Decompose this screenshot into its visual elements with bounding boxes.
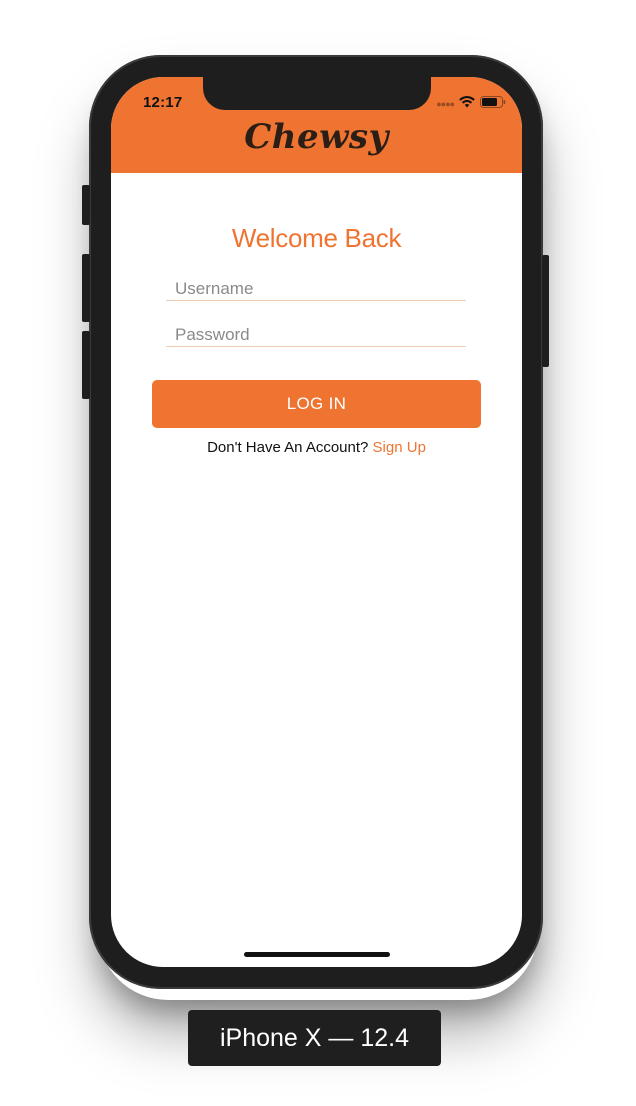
login-button[interactable]: LOG IN <box>152 380 481 428</box>
home-indicator[interactable] <box>244 952 390 957</box>
battery-icon <box>480 95 506 113</box>
signal-dots-icon: ●●●● <box>436 99 455 109</box>
notch <box>203 77 431 110</box>
mute-switch <box>82 185 90 225</box>
status-icons: ●●●● <box>436 95 506 113</box>
simulator-stage: 12:17 ●●●● Chewsy Welcome Back Username … <box>0 0 636 1106</box>
app-logo: Chewsy <box>244 117 389 157</box>
wifi-icon <box>459 95 475 113</box>
username-input[interactable] <box>166 277 466 301</box>
volume-down-button <box>82 331 90 399</box>
password-input[interactable] <box>166 323 466 347</box>
power-button <box>542 255 549 367</box>
app-header: 12:17 ●●●● Chewsy <box>111 77 522 173</box>
device-label: iPhone X — 12.4 <box>188 1010 441 1066</box>
status-time: 12:17 <box>143 94 183 111</box>
signup-prompt-text: Don't Have An Account? <box>207 439 369 456</box>
welcome-heading: Welcome Back <box>231 223 402 253</box>
signup-prompt-line: Don't Have An Account? Sign Up <box>111 439 522 456</box>
app-screen: 12:17 ●●●● Chewsy Welcome Back Username … <box>111 77 522 967</box>
signup-link[interactable]: Sign Up <box>373 439 426 456</box>
volume-up-button <box>82 254 90 322</box>
